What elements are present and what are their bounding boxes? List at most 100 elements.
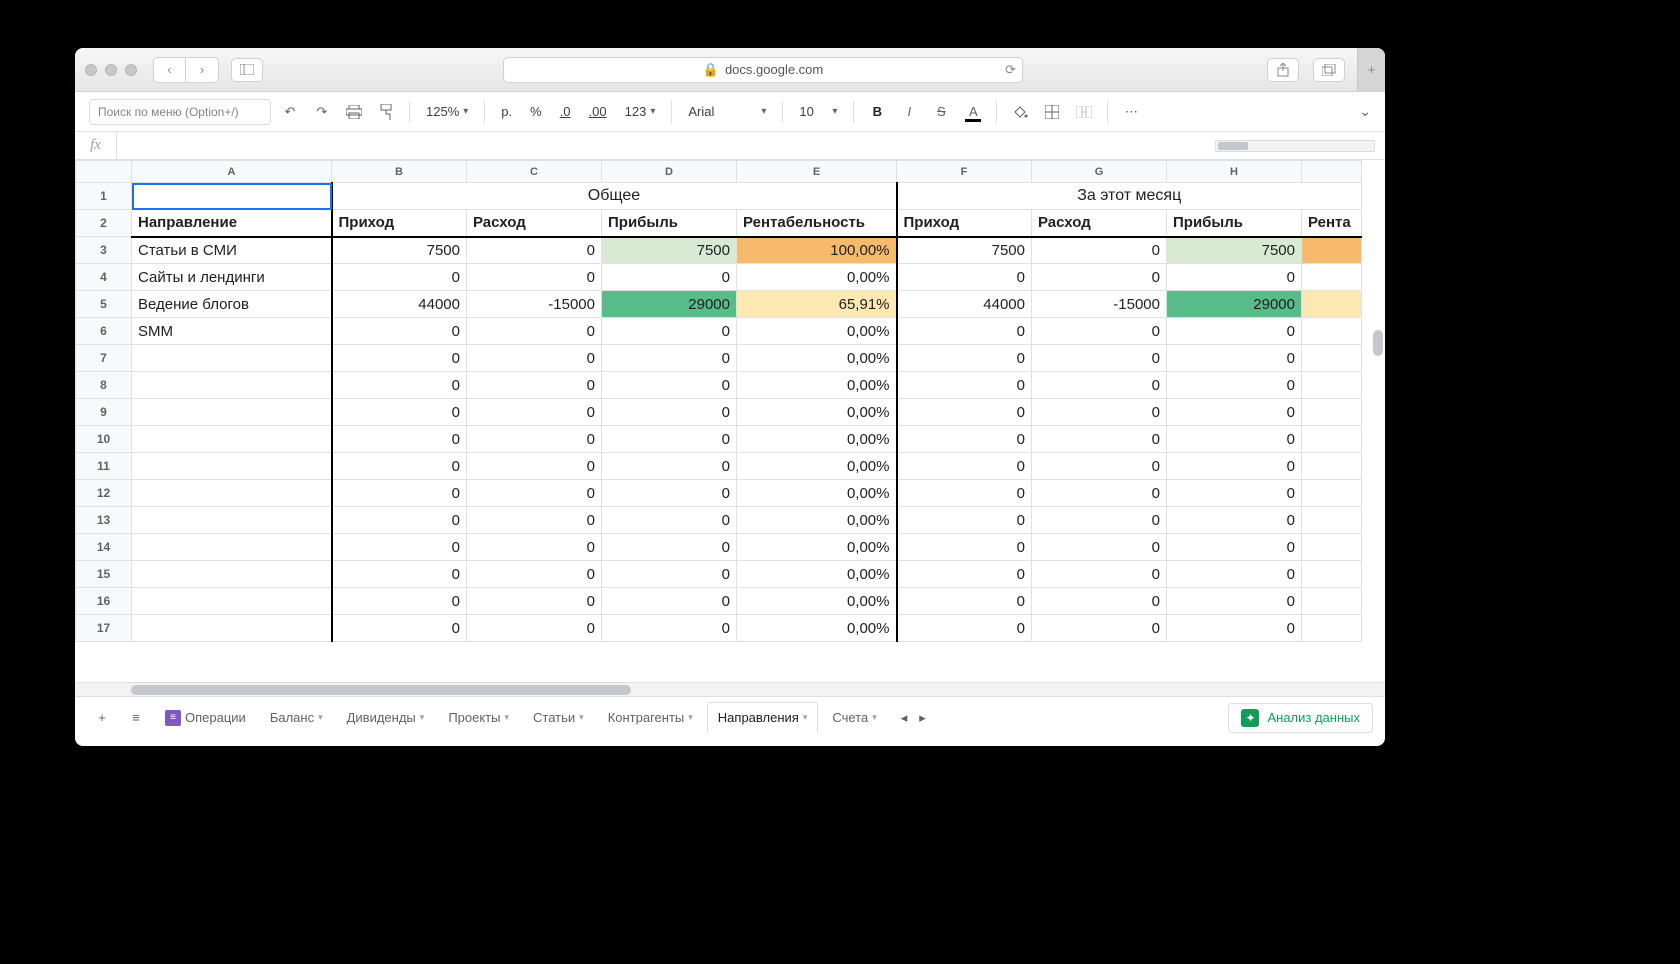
font-dropdown[interactable]: Arial▾ (682, 104, 772, 119)
cell[interactable]: 0 (1032, 345, 1167, 372)
cell[interactable]: 0 (332, 561, 467, 588)
row-header[interactable]: 17 (76, 615, 132, 642)
cell[interactable]: 0 (1167, 264, 1302, 291)
row-header[interactable]: 2 (76, 210, 132, 237)
url-bar[interactable]: 🔒 docs.google.com ⟳ (503, 57, 1023, 83)
cell[interactable]: 0 (332, 453, 467, 480)
cell[interactable] (132, 507, 332, 534)
cell[interactable]: 0 (897, 480, 1032, 507)
cell-header[interactable]: Рентабельность (737, 210, 897, 237)
tab-operations[interactable]: ≡Операции (155, 702, 256, 734)
cell[interactable]: 0 (467, 345, 602, 372)
cell[interactable]: 0 (897, 345, 1032, 372)
cell[interactable] (132, 480, 332, 507)
cell[interactable] (1302, 237, 1362, 264)
maximize-icon[interactable] (125, 64, 137, 76)
cell-header[interactable]: Направление (132, 210, 332, 237)
cell[interactable]: 0 (1032, 534, 1167, 561)
cell[interactable]: 0 (1032, 615, 1167, 642)
row-header[interactable]: 11 (76, 453, 132, 480)
share-button[interactable] (1267, 58, 1299, 82)
cell[interactable]: 7500 (897, 237, 1032, 264)
column-header[interactable]: D (602, 161, 737, 183)
cell[interactable]: 0 (1032, 561, 1167, 588)
cell-header[interactable]: Прибыль (602, 210, 737, 237)
cell[interactable]: 44000 (897, 291, 1032, 318)
tab-scroll-left-button[interactable]: ◂ (901, 710, 908, 726)
cell[interactable]: 0 (467, 588, 602, 615)
cell[interactable] (132, 399, 332, 426)
cell[interactable]: Статьи в СМИ (132, 237, 332, 264)
cell[interactable] (1302, 345, 1362, 372)
cell-section-header[interactable]: Общее (332, 183, 897, 210)
cell-header[interactable]: Расход (1032, 210, 1167, 237)
cell[interactable]: 0 (897, 534, 1032, 561)
number-format-dropdown[interactable]: 123▾ (619, 104, 662, 119)
cell[interactable]: 0 (467, 561, 602, 588)
cell[interactable]: 0 (602, 318, 737, 345)
cell[interactable]: 0 (1032, 237, 1167, 264)
explore-button[interactable]: ✦ Анализ данных (1228, 703, 1373, 733)
cell[interactable]: 0,00% (737, 399, 897, 426)
back-button[interactable]: ‹ (154, 58, 186, 82)
cell[interactable] (132, 615, 332, 642)
text-color-button[interactable]: A (960, 99, 986, 125)
cell[interactable]: 0,00% (737, 318, 897, 345)
cell[interactable] (1302, 480, 1362, 507)
cell[interactable] (132, 588, 332, 615)
cell[interactable]: 0 (467, 453, 602, 480)
cell[interactable]: 0 (1167, 615, 1302, 642)
cell[interactable]: 0 (1167, 345, 1302, 372)
formula-input[interactable] (117, 132, 1215, 159)
cell[interactable]: Сайты и лендинги (132, 264, 332, 291)
more-toolbar-button[interactable]: ⋯ (1118, 99, 1144, 125)
column-header[interactable]: F (897, 161, 1032, 183)
cell[interactable]: 0,00% (737, 345, 897, 372)
cell[interactable]: 7500 (332, 237, 467, 264)
cell[interactable]: 0,00% (737, 534, 897, 561)
cell[interactable]: 0 (1032, 264, 1167, 291)
cell[interactable]: 0 (467, 615, 602, 642)
cell[interactable]: 0 (1167, 561, 1302, 588)
cell[interactable]: 0 (1167, 534, 1302, 561)
tabs-button[interactable] (1313, 58, 1345, 82)
cell[interactable]: 0 (332, 345, 467, 372)
new-tab-button[interactable]: + (1357, 48, 1385, 92)
tab-scroll-right-button[interactable]: ▸ (919, 710, 926, 726)
cell[interactable]: 0,00% (737, 615, 897, 642)
minimize-icon[interactable] (105, 64, 117, 76)
cell[interactable]: 0 (897, 561, 1032, 588)
cell[interactable]: 0 (602, 507, 737, 534)
cell-header[interactable]: Рента (1302, 210, 1362, 237)
cell[interactable]: 0 (467, 480, 602, 507)
cell-header[interactable]: Приход (332, 210, 467, 237)
cell[interactable]: 0 (467, 507, 602, 534)
cell[interactable]: 0 (332, 399, 467, 426)
cell[interactable]: 29000 (1167, 291, 1302, 318)
cell[interactable]: 44000 (332, 291, 467, 318)
cell[interactable]: 0 (602, 453, 737, 480)
cell[interactable]: 0 (1167, 399, 1302, 426)
cell[interactable]: 0 (1032, 426, 1167, 453)
row-header[interactable]: 9 (76, 399, 132, 426)
tab-articles[interactable]: Статьи▾ (523, 702, 594, 734)
cell[interactable]: -15000 (467, 291, 602, 318)
cell[interactable]: 0 (897, 372, 1032, 399)
cell[interactable] (132, 183, 332, 210)
reload-icon[interactable]: ⟳ (1005, 62, 1016, 78)
print-button[interactable] (341, 99, 367, 125)
tab-balance[interactable]: Баланс▾ (260, 702, 333, 734)
cell[interactable]: 0,00% (737, 480, 897, 507)
decrease-decimal-button[interactable]: .0 (554, 104, 577, 119)
cell[interactable]: 0 (332, 615, 467, 642)
cell[interactable]: 0 (897, 264, 1032, 291)
tab-directions[interactable]: Направления▾ (707, 702, 819, 734)
row-header[interactable]: 16 (76, 588, 132, 615)
cell[interactable]: 0 (467, 426, 602, 453)
fill-color-button[interactable] (1007, 99, 1033, 125)
cell[interactable]: 0 (332, 318, 467, 345)
row-header[interactable]: 15 (76, 561, 132, 588)
cell[interactable]: 0 (1032, 480, 1167, 507)
cell[interactable]: 0 (467, 534, 602, 561)
cell[interactable]: 0 (1167, 480, 1302, 507)
